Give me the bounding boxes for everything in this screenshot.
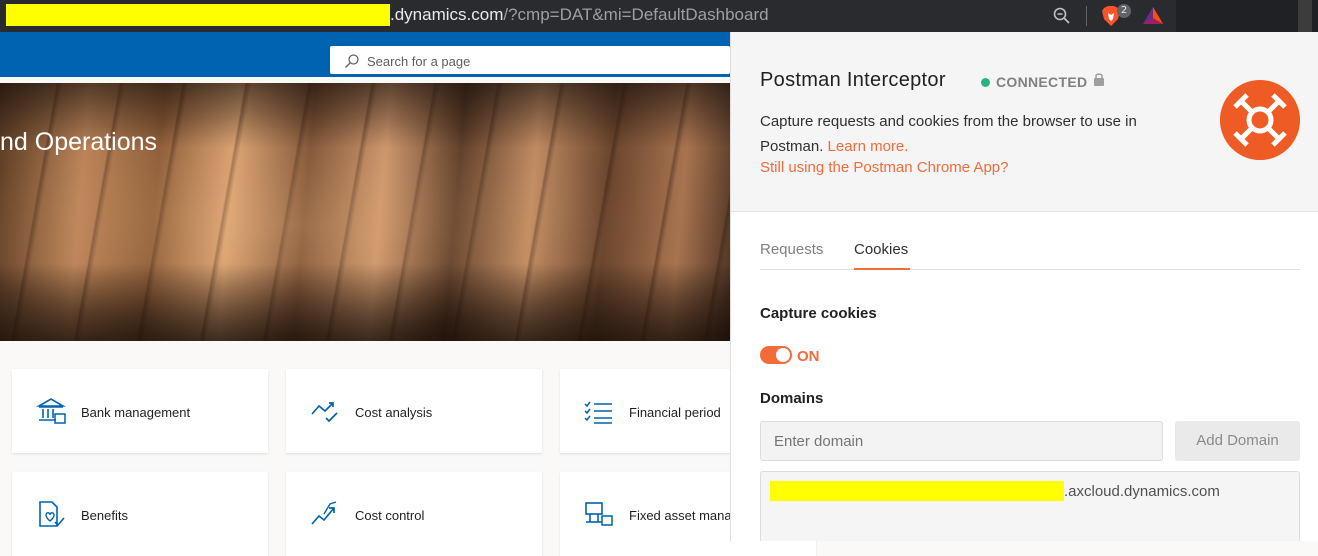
- domain-input[interactable]: [760, 421, 1163, 461]
- checklist-icon: [584, 401, 612, 424]
- capture-cookies-toggle[interactable]: [760, 346, 792, 364]
- tile-cost-control[interactable]: Cost control: [286, 472, 542, 556]
- postman-interceptor-popup: Postman Interceptor CONNECTED Capture re…: [730, 32, 1318, 541]
- tile-benefits[interactable]: Benefits: [12, 472, 268, 556]
- hero-shadow: [0, 263, 730, 341]
- fixed-asset-icon: [585, 502, 613, 526]
- domains-label: Domains: [760, 390, 824, 407]
- lock-icon: [1094, 73, 1104, 86]
- bat-triangle-icon[interactable]: [1142, 5, 1164, 25]
- url-text[interactable]: .dynamics.com/?cmp=DAT&mi=DefaultDashboa…: [390, 5, 769, 25]
- trend-arrow-icon: [311, 501, 337, 525]
- tile-label: Benefits: [81, 508, 128, 523]
- tile-label: Cost analysis: [355, 405, 433, 420]
- popup-description: Capture requests and cookies from the br…: [760, 113, 1137, 155]
- zoom-out-icon[interactable]: [1052, 6, 1072, 26]
- learn-more-link[interactable]: Learn more.: [828, 138, 909, 155]
- tab-requests[interactable]: Requests: [760, 241, 823, 258]
- add-domain-button[interactable]: Add Domain: [1175, 421, 1300, 461]
- hero-banner: [0, 83, 730, 341]
- browser-toolbar: .dynamics.com/?cmp=DAT&mi=DefaultDashboa…: [0, 0, 1318, 32]
- tile-label: Fixed asset mana: [629, 508, 732, 523]
- address-bar[interactable]: .dynamics.com/?cmp=DAT&mi=DefaultDashboa…: [0, 0, 1176, 32]
- tile-bank-management[interactable]: Bank management: [12, 369, 268, 453]
- search-placeholder: Search for a page: [367, 54, 471, 69]
- capture-cookies-label: Capture cookies: [760, 305, 877, 322]
- chrome-app-link[interactable]: Still using the Postman Chrome App?: [760, 159, 1008, 176]
- url-redaction: [6, 4, 390, 26]
- trend-check-icon: [311, 402, 338, 423]
- toggle-state-label: ON: [797, 348, 820, 365]
- window-scrollbar[interactable]: [1298, 0, 1312, 32]
- toolbar-divider: [1086, 6, 1087, 26]
- status-dot: [981, 78, 990, 87]
- popup-tabs: Requests Cookies: [760, 238, 1300, 270]
- domain-list-item[interactable]: .axcloud.dynamics.com: [1064, 483, 1220, 500]
- tile-label: Cost control: [355, 508, 425, 523]
- tile-label: Financial period: [629, 405, 721, 420]
- toggle-knob: [776, 348, 790, 362]
- domain-redaction: [770, 481, 1064, 501]
- search-icon: [345, 54, 359, 68]
- tile-cost-analysis[interactable]: Cost analysis: [286, 369, 542, 453]
- postman-logo-icon: [1220, 80, 1300, 160]
- tile-label: Bank management: [81, 405, 191, 420]
- browser-toolbar-right: [1176, 0, 1318, 32]
- popup-title: Postman Interceptor: [760, 69, 946, 91]
- brave-shield-count-badge: 2: [1117, 4, 1131, 18]
- connection-status: CONNECTED: [996, 74, 1088, 90]
- benefits-document-icon: [39, 501, 65, 527]
- active-tab-indicator: [854, 268, 910, 270]
- hero-title: nd Operations: [0, 128, 158, 156]
- bank-icon: [36, 398, 66, 424]
- tab-cookies[interactable]: Cookies: [854, 241, 908, 258]
